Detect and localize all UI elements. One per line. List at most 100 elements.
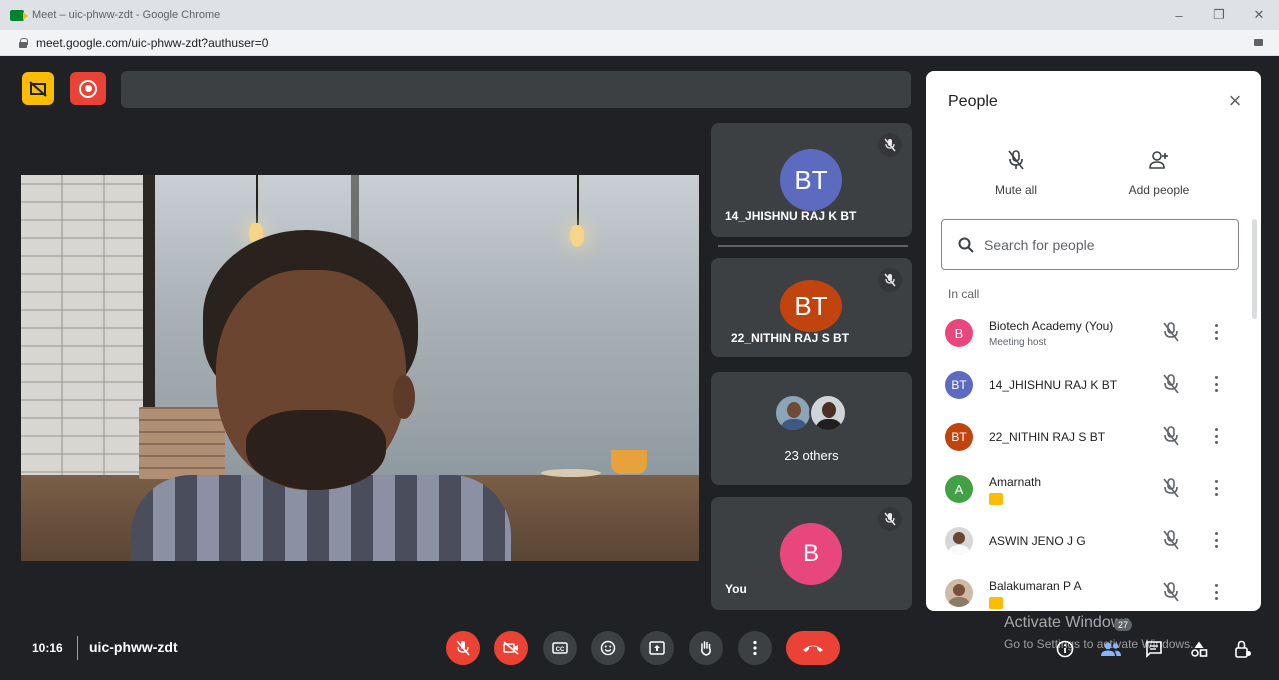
people-count-badge: 27 <box>1114 619 1133 631</box>
meeting-details-button[interactable] <box>1052 636 1078 662</box>
panel-scrollbar[interactable] <box>1252 219 1257 319</box>
url-text[interactable]: meet.google.com/uic-phww-zdt?authuser=0 <box>36 36 268 50</box>
mic-off-icon[interactable] <box>1161 321 1181 348</box>
close-icon[interactable]: × <box>1225 90 1245 112</box>
participant-row[interactable]: A Amarnath <box>926 465 1251 515</box>
window-title: Meet – uic-phww-zdt - Google Chrome <box>32 9 221 21</box>
browser-title-bar: Meet – uic-phww-zdt - Google Chrome – ❐ … <box>0 0 1279 30</box>
self-tile[interactable]: B You <box>711 497 912 610</box>
mute-all-label: Mute all <box>994 183 1038 197</box>
mic-off-icon[interactable] <box>1161 529 1181 556</box>
participant-name: Amarnath <box>989 475 1042 489</box>
presenting-icon <box>989 493 1003 505</box>
participant-tile[interactable]: BT 14_JHISHNU RAJ K BT <box>711 123 912 237</box>
present-screen-button[interactable] <box>640 631 674 665</box>
hand-icon <box>701 641 711 656</box>
people-panel: People × Mute all Add people Search for … <box>926 71 1261 611</box>
avatar: BT <box>780 280 842 332</box>
presenting-icon <box>989 597 1003 609</box>
mic-off-icon <box>456 640 470 656</box>
close-window-button[interactable]: ✕ <box>1239 0 1279 30</box>
presentation-indicator-button[interactable] <box>22 72 54 105</box>
bottom-divider <box>77 636 78 660</box>
participant-name: Biotech Academy (You) <box>989 319 1114 333</box>
more-options-icon[interactable] <box>1207 425 1225 447</box>
avatar: BT <box>945 423 973 451</box>
plate <box>541 469 601 477</box>
main-video-feed <box>21 175 699 561</box>
more-options-icon[interactable] <box>1207 581 1225 603</box>
meeting-info-bar <box>121 71 911 108</box>
search-input[interactable]: Search for people <box>984 237 1095 253</box>
tile-divider <box>718 245 908 247</box>
mic-off-icon <box>878 507 902 531</box>
mic-off-icon <box>956 149 1076 173</box>
participant-name: You <box>725 582 747 596</box>
add-people-label: Add people <box>1128 183 1190 197</box>
participant-name: 22_NITHIN RAJ S BT <box>731 331 850 345</box>
leave-call-button[interactable] <box>786 631 840 665</box>
add-person-icon <box>1099 149 1219 173</box>
participant-name: ASWIN JENO J G <box>989 534 1086 548</box>
person-beard <box>246 410 386 490</box>
add-people-button[interactable]: Add people <box>1099 149 1219 197</box>
lamp-bulb <box>570 225 584 247</box>
people-icon <box>1101 642 1121 656</box>
more-options-button[interactable] <box>738 631 772 665</box>
coffee-cup <box>611 450 647 474</box>
people-button[interactable] <box>1098 636 1124 662</box>
more-options-icon[interactable] <box>1207 321 1225 343</box>
record-icon <box>79 79 97 98</box>
participant-row[interactable]: BT 22_NITHIN RAJ S BT <box>926 413 1251 463</box>
activities-button[interactable] <box>1186 636 1212 662</box>
mic-off-icon[interactable] <box>1161 425 1181 452</box>
more-options-icon[interactable] <box>1207 477 1225 499</box>
more-vert-icon <box>753 640 757 656</box>
avatar <box>945 527 973 555</box>
participant-row[interactable]: Balakumaran P A <box>926 569 1251 611</box>
captions-button[interactable]: CC <box>543 631 577 665</box>
mic-off-icon[interactable] <box>1161 373 1181 400</box>
hang-up-icon <box>803 645 823 652</box>
camera-off-icon <box>503 641 519 655</box>
others-count: 23 others <box>784 448 839 463</box>
participant-name: 22_NITHIN RAJ S BT <box>989 430 1106 444</box>
lamp-cord <box>256 175 258 223</box>
svg-text:CC: CC <box>556 647 565 653</box>
avatar: B <box>945 319 973 347</box>
mute-all-button[interactable]: Mute all <box>956 149 1076 197</box>
meet-favicon-icon <box>10 9 28 21</box>
info-icon <box>1056 640 1074 658</box>
participant-row[interactable]: ASWIN JENO J G <box>926 517 1251 567</box>
recording-indicator-button[interactable] <box>70 72 106 105</box>
participant-name: Balakumaran P A <box>989 579 1082 593</box>
activities-icon <box>1191 641 1208 657</box>
avatar: BT <box>945 371 973 399</box>
participant-name: 14_JHISHNU RAJ K BT <box>989 378 1118 392</box>
section-heading: In call <box>948 287 980 301</box>
minimize-button[interactable]: – <box>1159 0 1199 30</box>
meeting-code: uic-phww-zdt <box>89 639 178 655</box>
raise-hand-button[interactable] <box>689 631 723 665</box>
mic-off-icon[interactable] <box>1161 477 1181 504</box>
mic-off-icon <box>878 268 902 292</box>
host-controls-button[interactable] <box>1230 636 1256 662</box>
participant-tile[interactable]: BT 22_NITHIN RAJ S BT <box>711 258 912 357</box>
mic-off-icon[interactable] <box>1161 581 1181 608</box>
camera-toggle-button[interactable] <box>494 631 528 665</box>
participant-row[interactable]: BT 14_JHISHNU RAJ K BT <box>926 361 1251 411</box>
more-options-icon[interactable] <box>1207 373 1225 395</box>
search-people-field[interactable]: Search for people <box>941 219 1239 270</box>
chat-button[interactable] <box>1141 636 1167 662</box>
participant-row[interactable]: B Biotech Academy (You) Meeting host <box>926 309 1251 359</box>
address-bar[interactable]: meet.google.com/uic-phww-zdt?authuser=0 <box>0 30 1279 56</box>
camera-in-use-icon[interactable] <box>1254 39 1263 46</box>
participant-name: 14_JHISHNU RAJ K BT <box>725 209 857 223</box>
restore-button[interactable]: ❐ <box>1199 0 1239 30</box>
microphone-toggle-button[interactable] <box>446 631 480 665</box>
avatar <box>774 394 812 432</box>
others-tile[interactable]: 23 others <box>711 372 912 485</box>
panel-title: People <box>948 93 998 110</box>
reactions-button[interactable] <box>591 631 625 665</box>
more-options-icon[interactable] <box>1207 529 1225 551</box>
